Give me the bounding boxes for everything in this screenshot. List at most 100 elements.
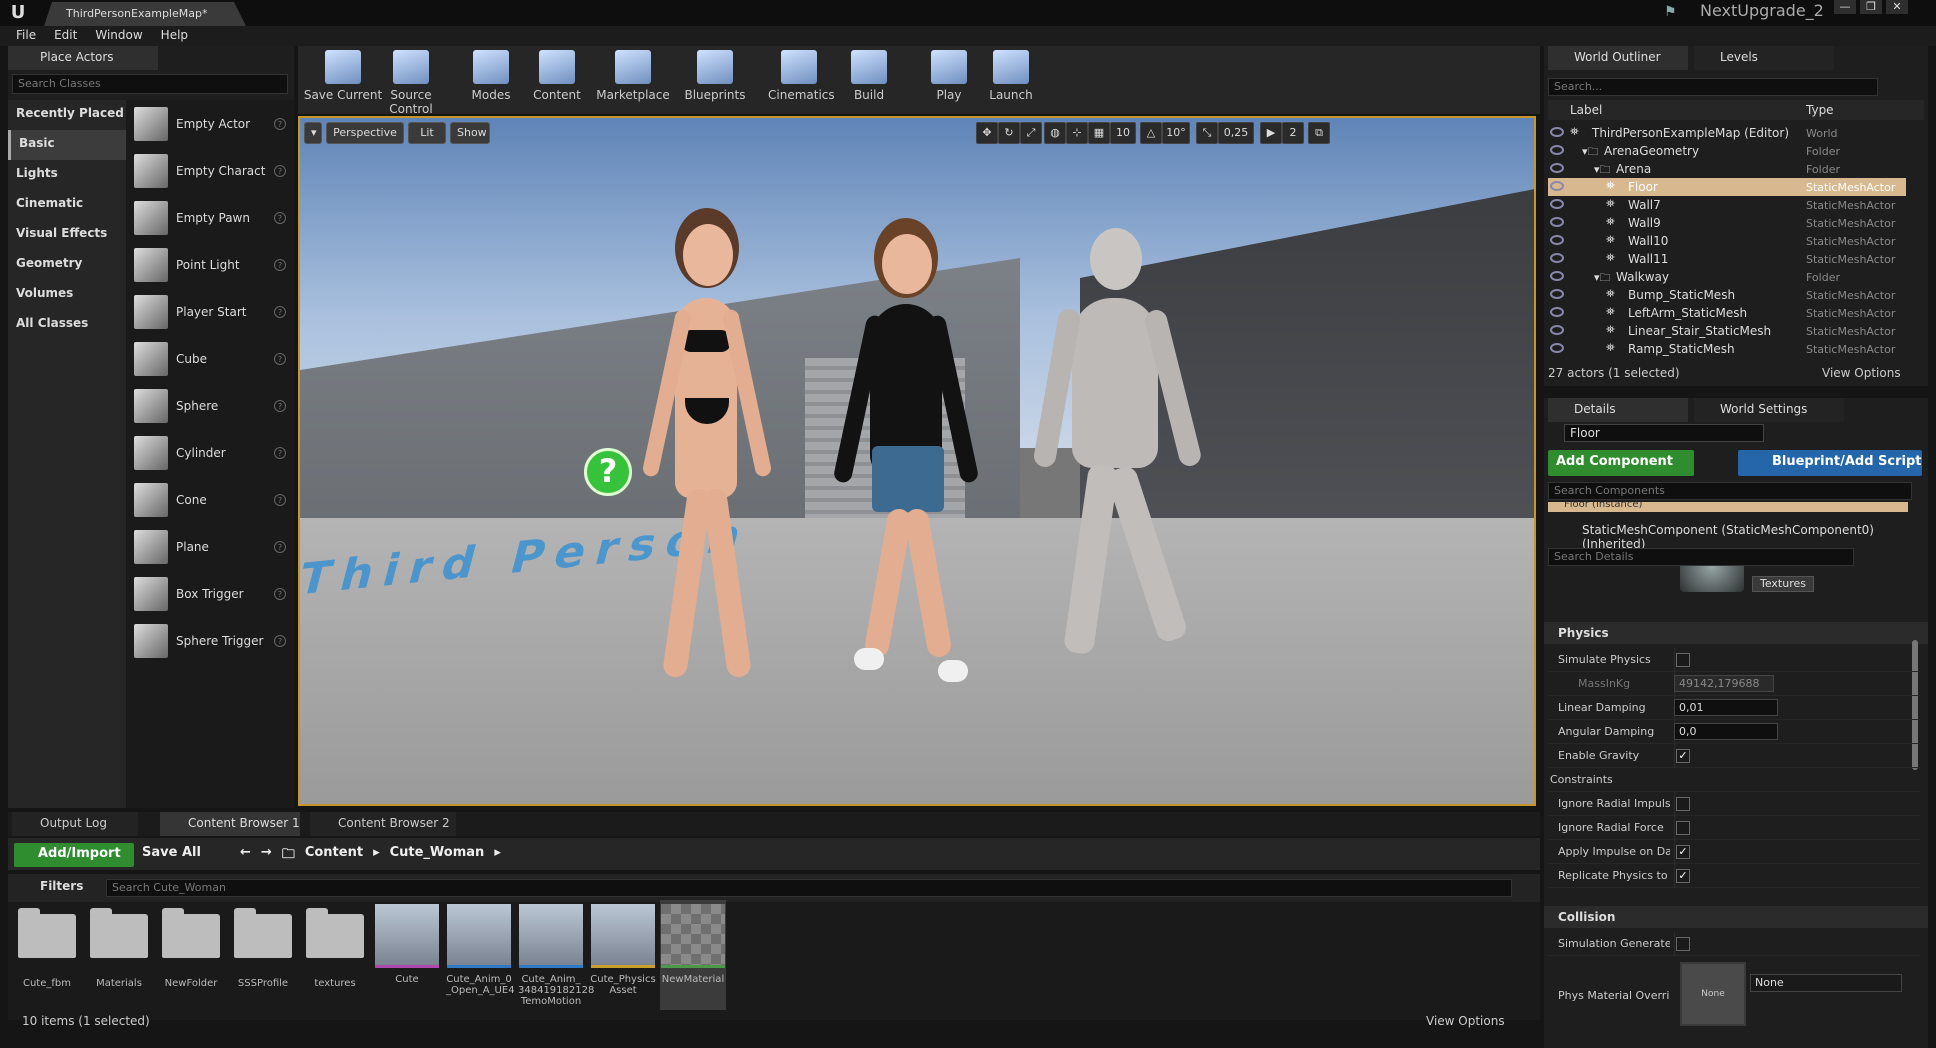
visibility-eye-icon[interactable] xyxy=(1550,163,1564,173)
simulation-generates-checkbox[interactable] xyxy=(1676,937,1690,951)
toolbar-play-button[interactable]: Play xyxy=(918,50,980,110)
category-recently-placed[interactable]: Recently Placed xyxy=(8,100,126,130)
object-name-field[interactable]: Floor xyxy=(1564,424,1764,442)
nav-back-icon[interactable]: ← xyxy=(240,845,251,865)
tab-details[interactable]: Details xyxy=(1548,398,1688,422)
help-icon[interactable]: ? xyxy=(274,540,286,553)
asset-textures[interactable]: textures xyxy=(302,900,368,1010)
textures-button[interactable]: Textures xyxy=(1752,576,1814,592)
tab-content-browser-2[interactable]: Content Browser 2 xyxy=(310,812,456,836)
outliner-row-wall7[interactable]: ⛯ Wall7 StaticMeshActor xyxy=(1548,196,1906,214)
level-viewport[interactable]: Third Person ? ▾ Perspective Lit Show ✥ … xyxy=(298,116,1536,806)
help-icon[interactable]: ? xyxy=(274,352,286,365)
visibility-eye-icon[interactable] xyxy=(1550,307,1564,317)
search-details-input[interactable]: Search Details xyxy=(1548,548,1854,566)
save-all-button[interactable]: Save All xyxy=(142,845,232,865)
toolbar-build-button[interactable]: Build xyxy=(838,50,900,110)
grid-snap-icon[interactable]: ▦ xyxy=(1088,122,1110,144)
category-volumes[interactable]: Volumes xyxy=(8,280,126,310)
asset-newmaterial[interactable]: NewMaterial xyxy=(660,900,726,1010)
toolbar-source-control-button[interactable]: Source Control xyxy=(368,50,454,116)
linear-damping-field[interactable]: 0,01 xyxy=(1674,699,1778,716)
tab-content-browser-1[interactable]: Content Browser 1 xyxy=(160,812,300,836)
asset-cute[interactable]: Cute xyxy=(374,900,440,1010)
content-search-input[interactable]: Search Cute_Woman xyxy=(106,879,1512,897)
grid-snap-value[interactable]: 10 xyxy=(1110,122,1136,144)
asset-newfolder[interactable]: NewFolder xyxy=(158,900,224,1010)
help-icon[interactable]: ? xyxy=(274,258,286,271)
outliner-row-arenageometry[interactable]: ▾🗀 ArenaGeometry Folder xyxy=(1548,142,1906,160)
category-geometry[interactable]: Geometry xyxy=(8,250,126,280)
apply-impulse-on-dam-checkbox[interactable]: ✓ xyxy=(1676,845,1690,859)
column-type[interactable]: Type xyxy=(1806,103,1834,117)
menu-file[interactable]: File xyxy=(16,28,36,44)
actor-item-sphere[interactable]: Sphere? xyxy=(126,382,294,429)
visibility-eye-icon[interactable] xyxy=(1550,325,1564,335)
visibility-eye-icon[interactable] xyxy=(1550,145,1564,155)
toolbar-modes-button[interactable]: Modes xyxy=(460,50,522,110)
menu-window[interactable]: Window xyxy=(95,28,142,44)
show-button[interactable]: Show xyxy=(450,122,490,144)
visibility-eye-icon[interactable] xyxy=(1550,253,1564,263)
menu-edit[interactable]: Edit xyxy=(54,28,77,44)
character-casual[interactable] xyxy=(832,218,980,698)
help-icon[interactable]: ? xyxy=(274,117,286,130)
scale-snap-value[interactable]: 0,25 xyxy=(1218,122,1254,144)
massinkg-field[interactable]: 49142,179688 xyxy=(1674,675,1774,692)
help-icon[interactable]: ? xyxy=(274,211,286,224)
visibility-eye-icon[interactable] xyxy=(1550,343,1564,353)
minimize-button[interactable]: — xyxy=(1834,0,1856,14)
asset-sssprofile[interactable]: SSSProfile xyxy=(230,900,296,1010)
search-classes-input[interactable]: Search Classes xyxy=(12,74,288,94)
scale-snap-icon[interactable]: ⤡ xyxy=(1196,122,1218,144)
outliner-row-arena[interactable]: ▾🗀 Arena Folder xyxy=(1548,160,1906,178)
character-mannequin[interactable] xyxy=(1032,228,1204,668)
outliner-search-input[interactable]: Search... xyxy=(1548,78,1878,96)
replicate-physics-to-a-checkbox[interactable]: ✓ xyxy=(1676,869,1690,883)
help-icon[interactable]: ? xyxy=(274,587,286,600)
outliner-row-thirdpersonexamplemap-editor[interactable]: ⛯ ThirdPersonExampleMap (Editor) World xyxy=(1548,124,1906,142)
enable-gravity-checkbox[interactable]: ✓ xyxy=(1676,749,1690,763)
outliner-row-wall9[interactable]: ⛯ Wall9 StaticMeshActor xyxy=(1548,214,1906,232)
asset-materials[interactable]: Materials xyxy=(86,900,152,1010)
outliner-row-leftarm-staticmesh[interactable]: ⛯ LeftArm_StaticMesh StaticMeshActor xyxy=(1548,304,1906,322)
toolbar-launch-button[interactable]: Launch xyxy=(980,50,1042,110)
tab-output-log[interactable]: Output Log xyxy=(12,812,138,836)
category-basic[interactable]: Basic xyxy=(8,130,126,160)
outliner-row-walkway[interactable]: ▾🗀 Walkway Folder xyxy=(1548,268,1906,286)
outliner-row-wall10[interactable]: ⛯ Wall10 StaticMeshActor xyxy=(1548,232,1906,250)
content-view-options-button[interactable]: View Options xyxy=(1426,1014,1536,1030)
actor-item-cylinder[interactable]: Cylinder? xyxy=(126,429,294,476)
asset-cute-physics-asset[interactable]: Cute_Physics Asset xyxy=(590,900,656,1010)
category-cinematic[interactable]: Cinematic xyxy=(8,190,126,220)
asset-cute-anim-348419182128-temomotion[interactable]: Cute_Anim_ 348419182128 TemoMotion xyxy=(518,900,594,1010)
tab-world-settings[interactable]: World Settings xyxy=(1694,398,1844,422)
translate-icon[interactable]: ✥ xyxy=(976,122,998,144)
actor-item-point-light[interactable]: Point Light? xyxy=(126,241,294,288)
actor-item-plane[interactable]: Plane? xyxy=(126,523,294,570)
static-mesh-component-row[interactable]: StaticMeshComponent (StaticMeshComponent… xyxy=(1548,520,1908,551)
phys-material-thumbnail[interactable]: None xyxy=(1680,962,1746,1026)
tab-levels[interactable]: Levels xyxy=(1694,46,1834,70)
rotation-snap-value[interactable]: 10° xyxy=(1162,122,1190,144)
toolbar-content-button[interactable]: Content xyxy=(526,50,588,110)
actor-item-empty-pawn[interactable]: Empty Pawn? xyxy=(126,194,294,241)
help-icon[interactable]: ? xyxy=(274,446,286,459)
outliner-row-ramp-staticmesh[interactable]: ⛯ Ramp_StaticMesh StaticMeshActor xyxy=(1548,340,1906,358)
visibility-eye-icon[interactable] xyxy=(1550,235,1564,245)
help-icon[interactable]: ? xyxy=(274,634,286,647)
menu-help[interactable]: Help xyxy=(161,28,188,44)
breadcrumb-content[interactable]: Content xyxy=(305,845,363,865)
document-tab[interactable]: ThirdPersonExampleMap* xyxy=(44,2,246,26)
outliner-row-linear-stair-staticmesh[interactable]: ⛯ Linear_Stair_StaticMesh StaticMeshActor xyxy=(1548,322,1906,340)
toolbar-blueprints-button[interactable]: Blueprints xyxy=(684,50,746,110)
actor-item-sphere-trigger[interactable]: Sphere Trigger? xyxy=(126,617,294,664)
physics-section[interactable]: Physics xyxy=(1544,622,1928,644)
add-import-button[interactable]: Add/Import xyxy=(14,843,134,867)
ignore-radial-force-checkbox[interactable] xyxy=(1676,821,1690,835)
visibility-eye-icon[interactable] xyxy=(1550,181,1564,191)
surface-snap-icon[interactable]: ⊹ xyxy=(1066,122,1088,144)
help-icon[interactable]: ? xyxy=(274,399,286,412)
column-label[interactable]: Label xyxy=(1570,103,1602,117)
asset-cute-anim-0-open-a-ue4[interactable]: Cute_Anim_0 _Open_A_UE4 xyxy=(446,900,515,1010)
